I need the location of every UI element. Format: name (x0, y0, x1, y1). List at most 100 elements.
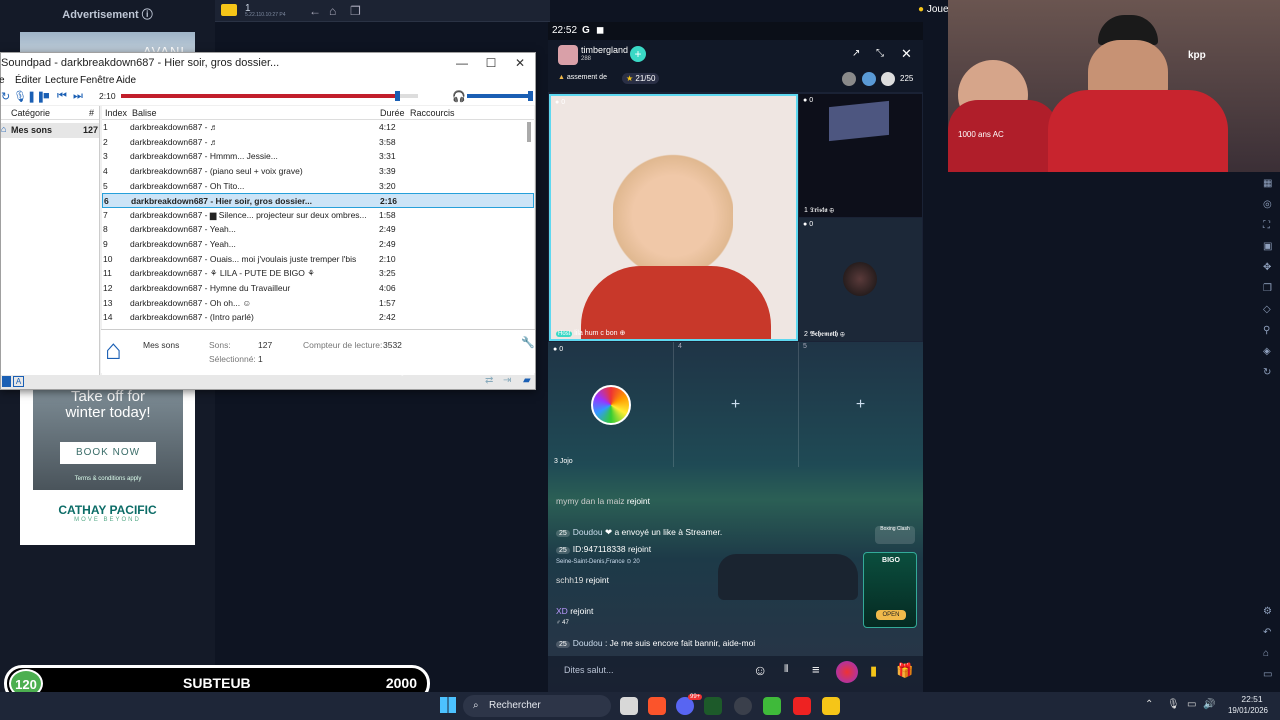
taskbar-search[interactable]: ⌕ Rechercher (463, 695, 611, 717)
room-count[interactable]: ★ 21/50 (622, 73, 660, 84)
volume-icon[interactable]: 🔊 (1203, 699, 1215, 710)
menu-edit[interactable]: Éditer (15, 75, 41, 86)
scrollbar[interactable] (527, 122, 531, 142)
wrench-icon[interactable]: 🔧 (521, 336, 535, 349)
viewer-avatar-2[interactable] (862, 72, 876, 86)
back-icon[interactable]: ↶ (1263, 627, 1271, 638)
host-name[interactable]: timbergland (581, 45, 628, 55)
soundpad-titlebar[interactable]: Soundpad - darkbreakdown687 - Hier soir,… (1, 53, 535, 73)
eraser-icon[interactable]: ◇ (1263, 304, 1271, 315)
previous-button[interactable]: ⏮ (57, 90, 67, 103)
table-row[interactable]: 11 darkbreakdown687 - ⚘ LILA - PUTE DE BI… (102, 266, 534, 281)
count-column-header[interactable]: # (89, 108, 94, 118)
table-row[interactable]: 4 darkbreakdown687 - (piano seul + voix g… (102, 164, 534, 179)
back-icon[interactable]: ← (309, 4, 321, 18)
voice-icon[interactable]: ⦀ (784, 664, 788, 675)
refresh-icon[interactable]: ↻ (1263, 367, 1271, 378)
stop-button[interactable]: ■ (43, 90, 50, 102)
table-row[interactable]: 10 darkbreakdown687 - Ouais... moi j'voul… (102, 252, 534, 267)
layers-icon[interactable]: ◈ (1263, 346, 1271, 357)
clock-date[interactable]: 19/01/2026 (1224, 706, 1272, 715)
crop-icon[interactable]: ⛶ (1263, 220, 1270, 231)
host-avatar[interactable] (558, 45, 578, 65)
network-icon[interactable]: ▭ (1187, 699, 1196, 710)
forward-icon[interactable]: ⇥ (503, 375, 511, 386)
a-icon[interactable]: A (13, 376, 24, 387)
menu-playback[interactable]: Lecture (45, 75, 78, 86)
table-row[interactable]: 1 darkbreakdown687 - ♬ 4:12 (102, 120, 534, 135)
follow-button[interactable]: + (630, 46, 646, 62)
table-row[interactable]: 9 darkbreakdown687 - Yeah... 2:49 (102, 237, 534, 252)
promo-open-button[interactable]: OPEN (876, 610, 906, 620)
close-icon[interactable]: ✕ (901, 46, 912, 62)
app-icon[interactable] (704, 697, 722, 715)
guest-tile-3[interactable]: ● 0 3 Jojo (549, 343, 673, 467)
microphone-icon[interactable]: 🎙 (1167, 699, 1180, 710)
index-column-header[interactable]: Index (105, 108, 127, 118)
chat-input[interactable]: Dites salut... (564, 665, 614, 675)
windows-start-icon[interactable] (440, 697, 456, 713)
chat-user[interactable]: Doudou (573, 638, 603, 648)
bottle-icon[interactable]: ▮ (870, 663, 877, 679)
table-row[interactable]: 12 darkbreakdown687 - Hymne du Travailleu… (102, 281, 534, 296)
pin-icon[interactable]: ⚲ (1263, 325, 1270, 336)
headphones-icon[interactable]: 🎧 (452, 90, 466, 103)
shortcut-column-header[interactable]: Raccourcis (410, 108, 455, 118)
clock-time[interactable]: 22:51 (1232, 694, 1272, 704)
gift-icon[interactable]: 🎁 (896, 662, 913, 679)
home-icon[interactable]: ⌂ (1263, 648, 1269, 659)
progress-handle[interactable] (395, 91, 401, 101)
tabs-icon[interactable]: ❐ (350, 4, 361, 18)
menu-file-partial[interactable]: e (0, 75, 5, 86)
calendar-icon[interactable]: ▦ (1263, 178, 1272, 189)
chat-user[interactable]: mymy dan la maiz (556, 496, 625, 506)
obs-icon[interactable] (734, 697, 752, 715)
file-explorer-icon[interactable] (620, 697, 638, 715)
emoji-icon[interactable]: ☺ (753, 662, 767, 678)
chevron-up-icon[interactable]: ⌃ (1145, 699, 1153, 710)
duration-column-header[interactable]: Durée (380, 108, 405, 118)
chat-user[interactable]: XD (556, 606, 568, 616)
copy-icon[interactable]: ❐ (1263, 283, 1272, 294)
tag-column-header[interactable]: Balise (132, 108, 157, 118)
host-video-tile[interactable]: ● 0 Host lila hum c bon ⊕ (549, 94, 798, 341)
location-icon[interactable]: ✥ (1263, 262, 1271, 273)
repeat-icon[interactable]: ↻ (1, 90, 10, 103)
table-row[interactable]: 7 darkbreakdown687 - ▆ Silence... project… (102, 208, 534, 223)
close-button[interactable]: ✕ (505, 53, 535, 73)
menu-icon[interactable]: ≡ (812, 662, 820, 677)
chat-user[interactable]: Doudou (573, 527, 603, 537)
empty-seat-5[interactable]: 5 + (798, 342, 922, 467)
menu-window[interactable]: Fenêtre (80, 75, 114, 86)
home-icon[interactable]: ⌂ (329, 4, 336, 18)
recent-icon[interactable]: ▭ (1263, 669, 1272, 680)
guest-tile-1[interactable]: ● 0 1 𝕿𝖗𝖎𝖘𝖙𝖆 ⊕ (799, 94, 922, 217)
table-row[interactable]: 2 darkbreakdown687 - ♬ 3:58 (102, 135, 534, 150)
category-column-header[interactable]: Catégorie (11, 108, 50, 118)
guest-tile-2[interactable]: ● 0 2 𝕭𝖊𝖍𝖊𝖒𝖔𝖙𝖍 ⊕ (799, 218, 922, 341)
menu-help[interactable]: Aide (116, 75, 136, 86)
boxing-clash-badge[interactable]: Boxing Clash (875, 526, 915, 544)
loop-icon[interactable]: ⇄ (485, 375, 493, 386)
share-icon[interactable]: ↗ (852, 48, 860, 59)
image-icon[interactable]: ▣ (1263, 241, 1272, 252)
table-row[interactable]: 14 darkbreakdown687 - (Intro parlé) 2:42 (102, 310, 534, 325)
volume-slider[interactable] (467, 91, 533, 101)
minimize-button[interactable]: — (447, 53, 477, 73)
category-row[interactable]: ⌂ Mes sons 127 (1, 123, 99, 138)
game-icon[interactable] (836, 661, 858, 683)
table-row[interactable]: 13 darkbreakdown687 - Oh oh... ☺ 1:57 (102, 296, 534, 311)
top-right-label[interactable]: ● Joue (918, 4, 949, 15)
media-player-icon[interactable] (793, 697, 811, 715)
minimize-icon[interactable]: ⤡ (876, 48, 884, 59)
microphone-icon[interactable]: 🎙 (13, 90, 27, 103)
next-button[interactable]: ⏭ (73, 90, 83, 103)
chat-icon[interactable]: ▰ (523, 375, 531, 386)
table-row[interactable]: 8 darkbreakdown687 - Yeah... 2:49 (102, 222, 534, 237)
h-icon[interactable] (2, 376, 11, 387)
table-row[interactable]: 3 darkbreakdown687 - Hmmm... Jessie... 3:3… (102, 149, 534, 164)
settings-icon[interactable]: ⚙ (1263, 606, 1272, 617)
table-row[interactable]: 6 darkbreakdown687 - Hier soir, gros doss… (102, 193, 534, 208)
viewer-avatar-1[interactable] (842, 72, 856, 86)
chat-user[interactable]: schh19 (556, 575, 583, 585)
